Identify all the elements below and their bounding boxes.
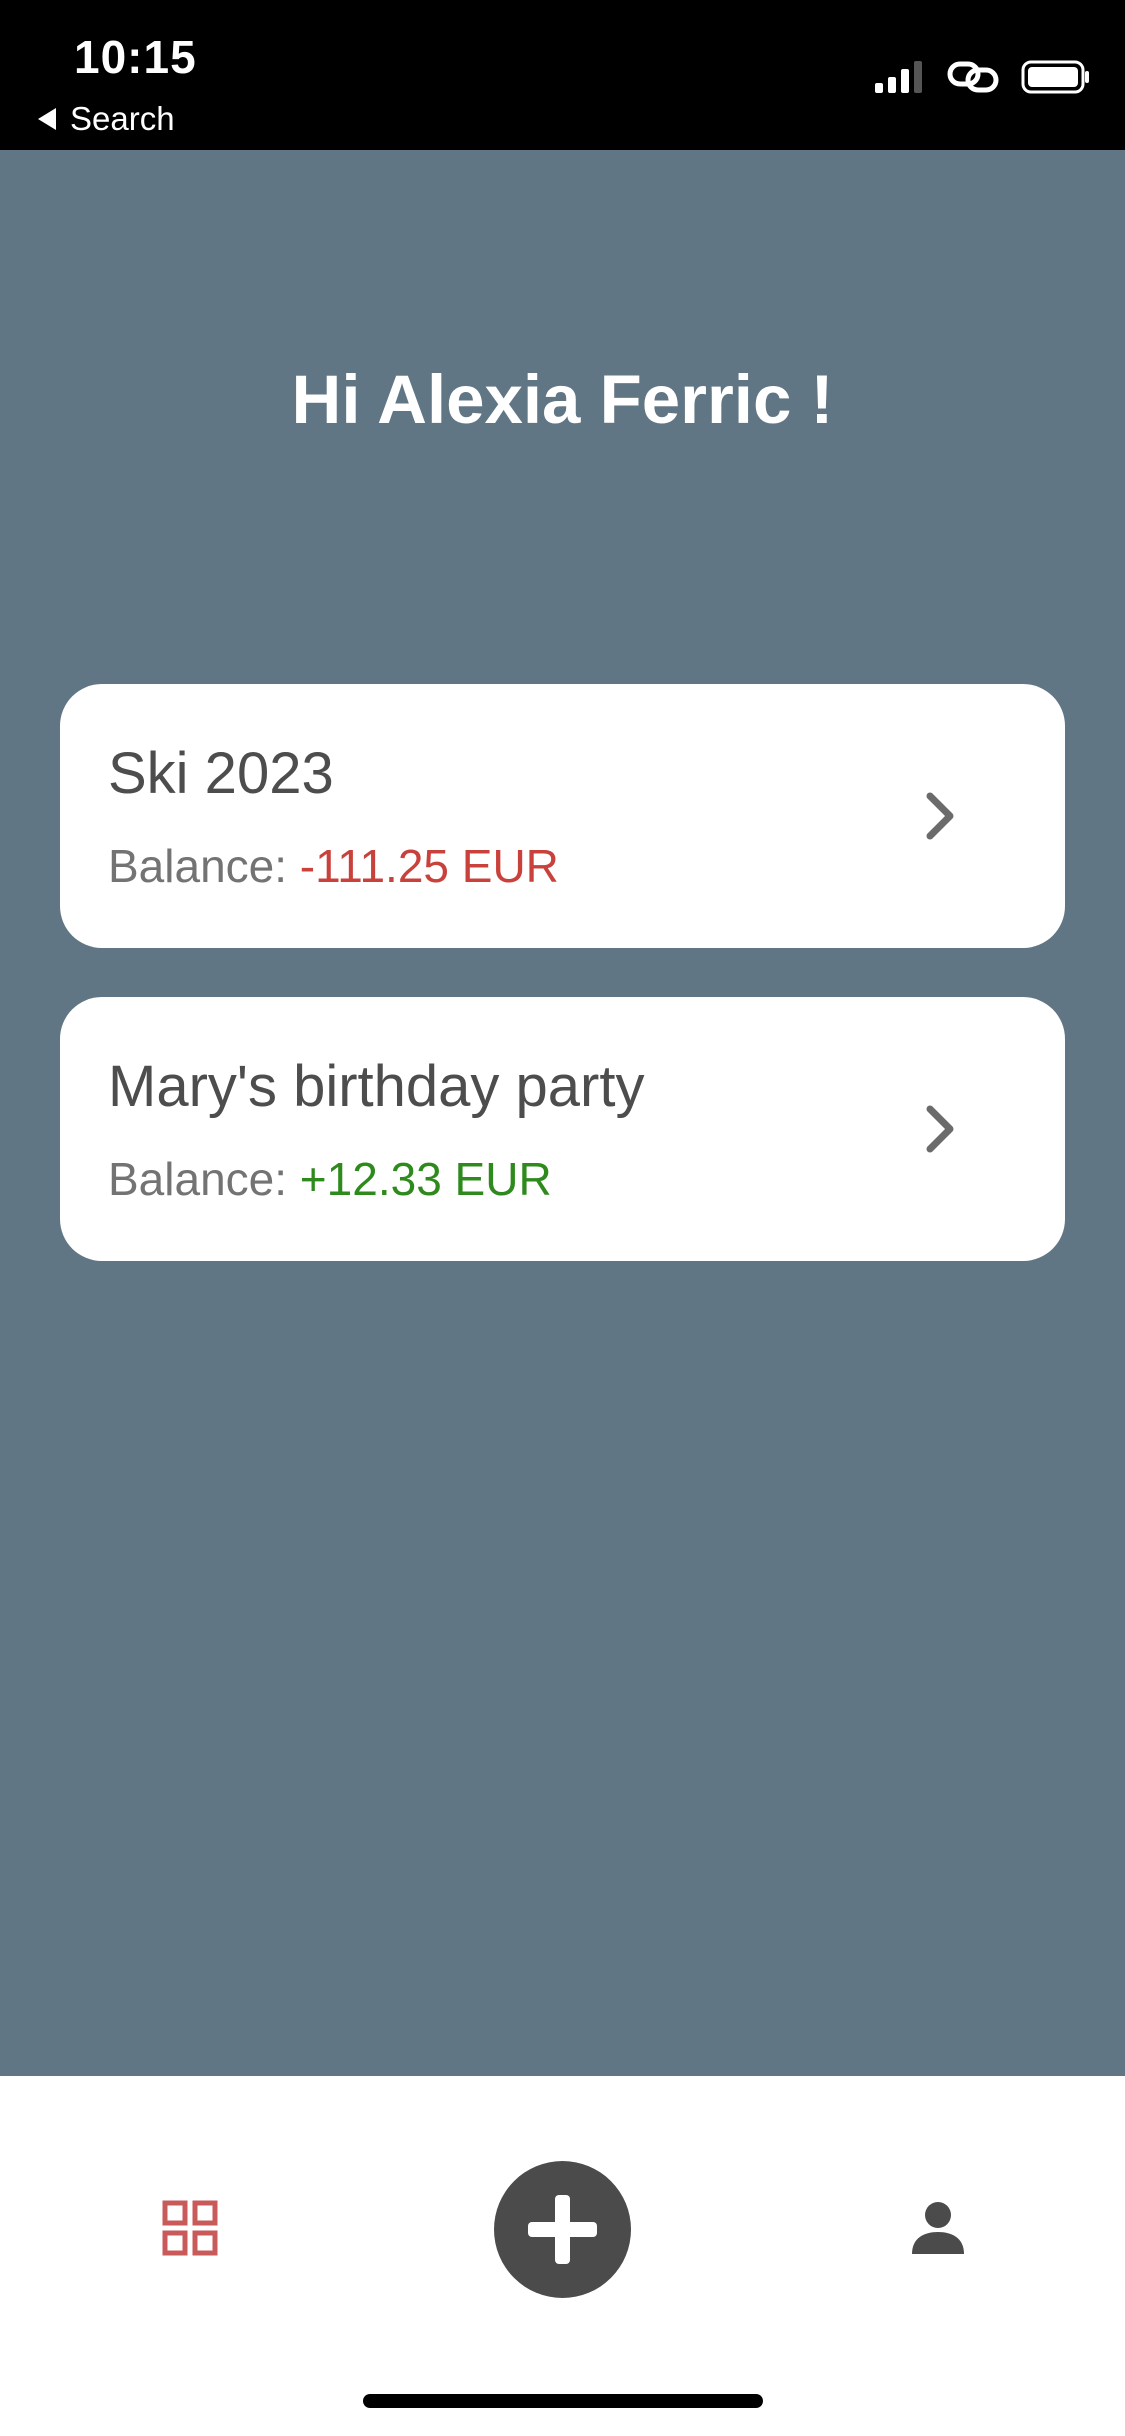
- person-icon[interactable]: [910, 2200, 966, 2256]
- group-balance: Balance: +12.33 EUR: [108, 1152, 552, 1206]
- add-icon-v: [555, 2195, 570, 2264]
- grid-icon[interactable]: [162, 2200, 218, 2256]
- battery-icon: [1021, 60, 1089, 94]
- home-indicator: [363, 2394, 763, 2408]
- link-icon: [947, 61, 999, 93]
- back-to-search-button[interactable]: Search: [38, 100, 175, 138]
- group-name: Ski 2023: [108, 741, 334, 806]
- greeting-title: Hi Alexia Ferric !: [291, 361, 834, 438]
- status-icons: [875, 60, 1091, 94]
- balance-value-negative: -111.25 EUR: [299, 840, 559, 892]
- group-card-ski-2023[interactable]: Ski 2023 Balance: -111.25 EUR: [60, 684, 1065, 948]
- group-card-marys-birthday-party[interactable]: Mary's birthday party Balance: +12.33 EU…: [60, 997, 1065, 1261]
- chevron-right-icon: [926, 792, 954, 840]
- back-label: Search: [70, 100, 175, 137]
- signal-icon: [875, 61, 922, 93]
- group-name: Mary's birthday party: [108, 1054, 645, 1119]
- balance-value-positive: +12.33 EUR: [299, 1153, 552, 1205]
- status-bar: 10:15 Search: [0, 0, 1125, 150]
- chevron-right-icon: [926, 1105, 954, 1153]
- add-button[interactable]: [494, 2161, 631, 2298]
- group-balance: Balance: -111.25 EUR: [108, 839, 559, 893]
- back-triangle-icon: [38, 108, 56, 130]
- bottom-tab-bar: [0, 2076, 1125, 2436]
- status-time: 10:15: [74, 31, 197, 83]
- balance-label: Balance:: [108, 840, 288, 892]
- balance-label: Balance:: [108, 1153, 288, 1205]
